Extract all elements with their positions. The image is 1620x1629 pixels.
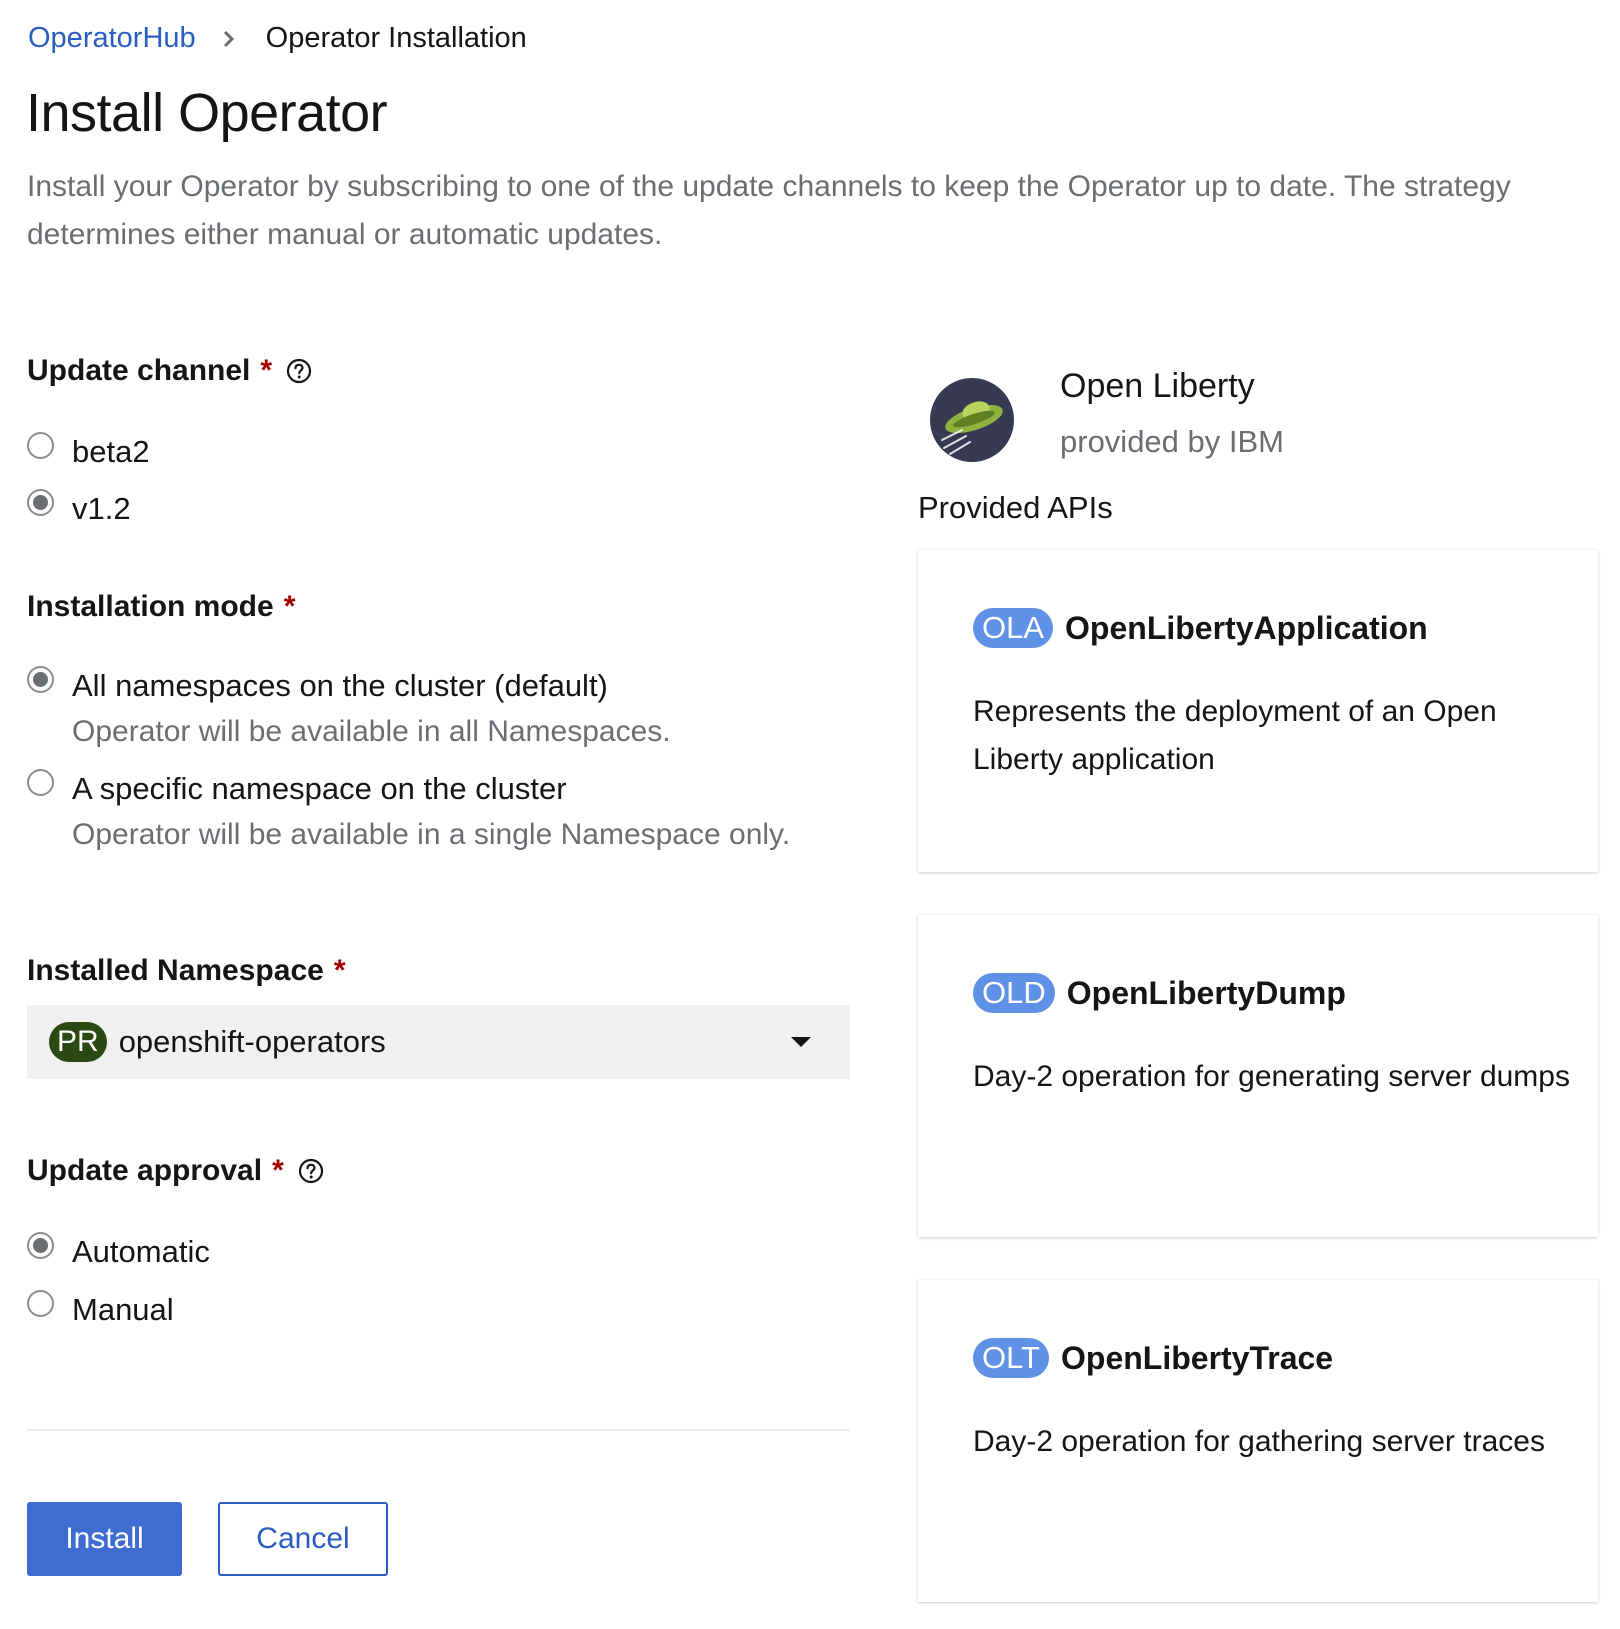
api-name: OpenLibertyApplication: [1065, 609, 1428, 646]
required-marker: *: [283, 590, 296, 623]
installation-mode-label-text: Installation mode: [27, 590, 274, 623]
radio-label: A specific namespace on the cluster: [72, 771, 567, 806]
install-button[interactable]: Install: [27, 1502, 182, 1576]
api-description: Day-2 operation for generating server du…: [973, 1060, 1570, 1093]
api-description: Day-2 operation for gathering server tra…: [973, 1425, 1545, 1458]
provided-apis-heading: Provided APIs: [918, 490, 1113, 525]
update-approval-label-text: Update approval: [27, 1154, 263, 1187]
radio-description: Operator will be available in a single N…: [72, 818, 791, 851]
update-channel-label-text: Update channel: [27, 354, 251, 387]
form-divider: [27, 1429, 850, 1431]
namespace-value: openshift-operators: [118, 1024, 386, 1059]
required-marker: *: [272, 1154, 284, 1187]
radio-button[interactable]: [27, 489, 54, 516]
breadcrumb: OperatorHub Operator Installation: [28, 22, 527, 55]
radio-button[interactable]: [27, 666, 54, 693]
radio-button[interactable]: [27, 1290, 54, 1317]
help-icon[interactable]: [298, 1158, 324, 1184]
api-name: OpenLibertyTrace: [1061, 1339, 1334, 1376]
operator-provider: provided by IBM: [1060, 424, 1284, 459]
open-liberty-logo-icon: [930, 378, 1014, 462]
required-marker: *: [333, 954, 346, 987]
radio-mode-specific-namespace[interactable]: A specific namespace on the cluster Oper…: [27, 769, 790, 853]
help-icon[interactable]: [286, 358, 312, 384]
radio-label: v1.2: [72, 491, 131, 526]
installed-namespace-label: Installed Namespace *: [27, 954, 346, 988]
page-description: Install your Operator by subscribing to …: [27, 170, 1511, 251]
radio-channel-beta2[interactable]: beta2: [27, 432, 150, 470]
radio-approval-manual[interactable]: Manual: [27, 1290, 174, 1328]
radio-button[interactable]: [27, 432, 54, 459]
project-badge: PR: [49, 1022, 107, 1062]
chevron-right-icon: [222, 29, 236, 49]
radio-mode-all-namespaces[interactable]: All namespaces on the cluster (default) …: [27, 666, 671, 750]
radio-button[interactable]: [27, 1232, 54, 1259]
api-badge: OLA: [973, 608, 1054, 648]
api-description: Represents the deployment of an Open Lib…: [973, 695, 1497, 776]
cancel-button[interactable]: Cancel: [218, 1502, 388, 1576]
api-badge: OLT: [973, 1338, 1049, 1378]
caret-down-icon: [790, 1035, 812, 1054]
breadcrumb-operatorhub-link[interactable]: OperatorHub: [28, 22, 196, 55]
api-name: OpenLibertyDump: [1066, 974, 1346, 1011]
radio-approval-automatic[interactable]: Automatic: [27, 1232, 210, 1270]
radio-label: Manual: [72, 1292, 174, 1327]
installation-mode-label: Installation mode *: [27, 590, 295, 624]
radio-description: Operator will be available in all Namesp…: [72, 715, 671, 748]
radio-button[interactable]: [27, 769, 54, 796]
radio-channel-v1-2[interactable]: v1.2: [27, 489, 131, 527]
radio-label: beta2: [72, 434, 150, 469]
update-channel-label: Update channel *: [27, 354, 312, 388]
api-badge: OLD: [973, 973, 1055, 1013]
breadcrumb-current: Operator Installation: [265, 22, 527, 54]
page-title: Install Operator: [26, 83, 388, 143]
api-card-openlibertytrace: OLT OpenLibertyTrace Day-2 operation for…: [918, 1280, 1598, 1602]
radio-label: All namespaces on the cluster (default): [72, 668, 608, 703]
installed-namespace-label-text: Installed Namespace: [27, 954, 324, 987]
radio-label: Automatic: [72, 1234, 210, 1269]
api-card-openlibertyapplication: OLA OpenLibertyApplication Represents th…: [918, 550, 1598, 872]
operator-name: Open Liberty: [1060, 367, 1255, 405]
update-approval-label: Update approval *: [27, 1154, 324, 1188]
namespace-select[interactable]: PR openshift-operators: [27, 1005, 850, 1079]
required-marker: *: [260, 354, 273, 387]
api-card-openlibertydump: OLD OpenLibertyDump Day-2 operation for …: [918, 915, 1598, 1237]
